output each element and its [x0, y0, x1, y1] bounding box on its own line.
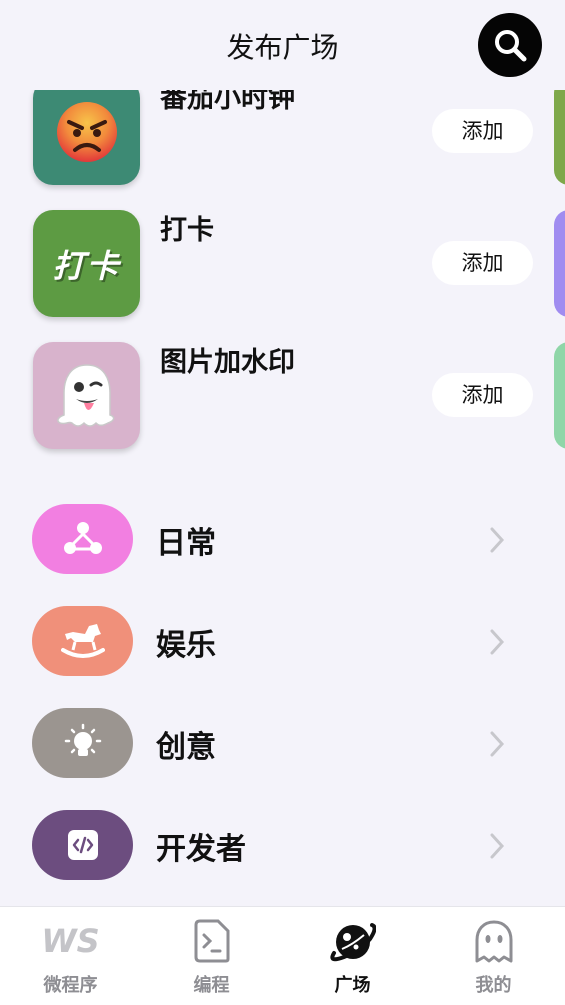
code-file-icon [194, 919, 229, 963]
category-label: 创意 [156, 730, 216, 765]
tab-bar: WS 微程序 编程 广场 我的 [0, 906, 565, 1005]
header: 发布广场 [0, 0, 565, 90]
check-in-icon: 打卡 [52, 246, 121, 285]
category-entertainment[interactable]: 娱乐 [0, 606, 565, 678]
category-pill [32, 504, 133, 574]
next-card-peek[interactable] [554, 342, 565, 449]
tab-square[interactable]: 广场 [282, 907, 423, 1005]
app-icon-checkin: 打卡 [33, 210, 140, 317]
chevron-right-icon [490, 833, 505, 859]
next-card-peek[interactable] [554, 210, 565, 317]
app-name: 图片加水印 [160, 347, 295, 378]
app-item-pomodoro[interactable]: 番茄小时钟 添加 [0, 78, 565, 198]
category-label: 娱乐 [156, 628, 216, 663]
category-developer[interactable]: 开发者 [0, 810, 565, 882]
add-button[interactable]: 添加 [432, 241, 533, 285]
planet-icon [329, 923, 376, 962]
add-button[interactable]: 添加 [432, 373, 533, 417]
tab-label: 我的 [475, 975, 512, 996]
chevron-right-icon [490, 527, 505, 553]
app-item-watermark[interactable]: 图片加水印 添加 [0, 342, 565, 462]
tab-programming[interactable]: 编程 [141, 907, 282, 1005]
search-icon [495, 30, 527, 62]
tab-microprogram[interactable]: WS 微程序 [0, 907, 141, 1005]
category-daily[interactable]: 日常 [0, 504, 565, 576]
tab-mine[interactable]: 我的 [423, 907, 564, 1005]
tab-label: 编程 [193, 975, 230, 996]
category-label: 日常 [156, 526, 216, 561]
ghost-profile-icon [475, 920, 512, 963]
ghost-icon [56, 363, 114, 427]
category-creative[interactable]: 创意 [0, 708, 565, 780]
rocking-horse-icon [60, 624, 105, 658]
community-icon [63, 522, 102, 554]
tab-label: 广场 [334, 975, 371, 996]
category-pill [32, 708, 133, 778]
app-icon-pomodoro [33, 78, 140, 185]
angry-face-icon [56, 101, 117, 162]
search-button[interactable] [478, 13, 542, 77]
ws-logo-icon: WS [41, 922, 100, 960]
code-icon [67, 830, 98, 860]
lightbulb-icon [64, 723, 101, 756]
chevron-right-icon [490, 629, 505, 655]
app-name: 打卡 [160, 215, 214, 246]
category-pill [32, 606, 133, 676]
add-button[interactable]: 添加 [432, 109, 533, 153]
app-item-checkin[interactable]: 打卡 打卡 添加 [0, 210, 565, 330]
category-label: 开发者 [156, 832, 246, 867]
category-pill [32, 810, 133, 880]
app-icon-watermark [33, 342, 140, 449]
chevron-right-icon [490, 731, 505, 757]
tab-label: 微程序 [43, 975, 98, 996]
next-card-peek[interactable] [554, 78, 565, 185]
